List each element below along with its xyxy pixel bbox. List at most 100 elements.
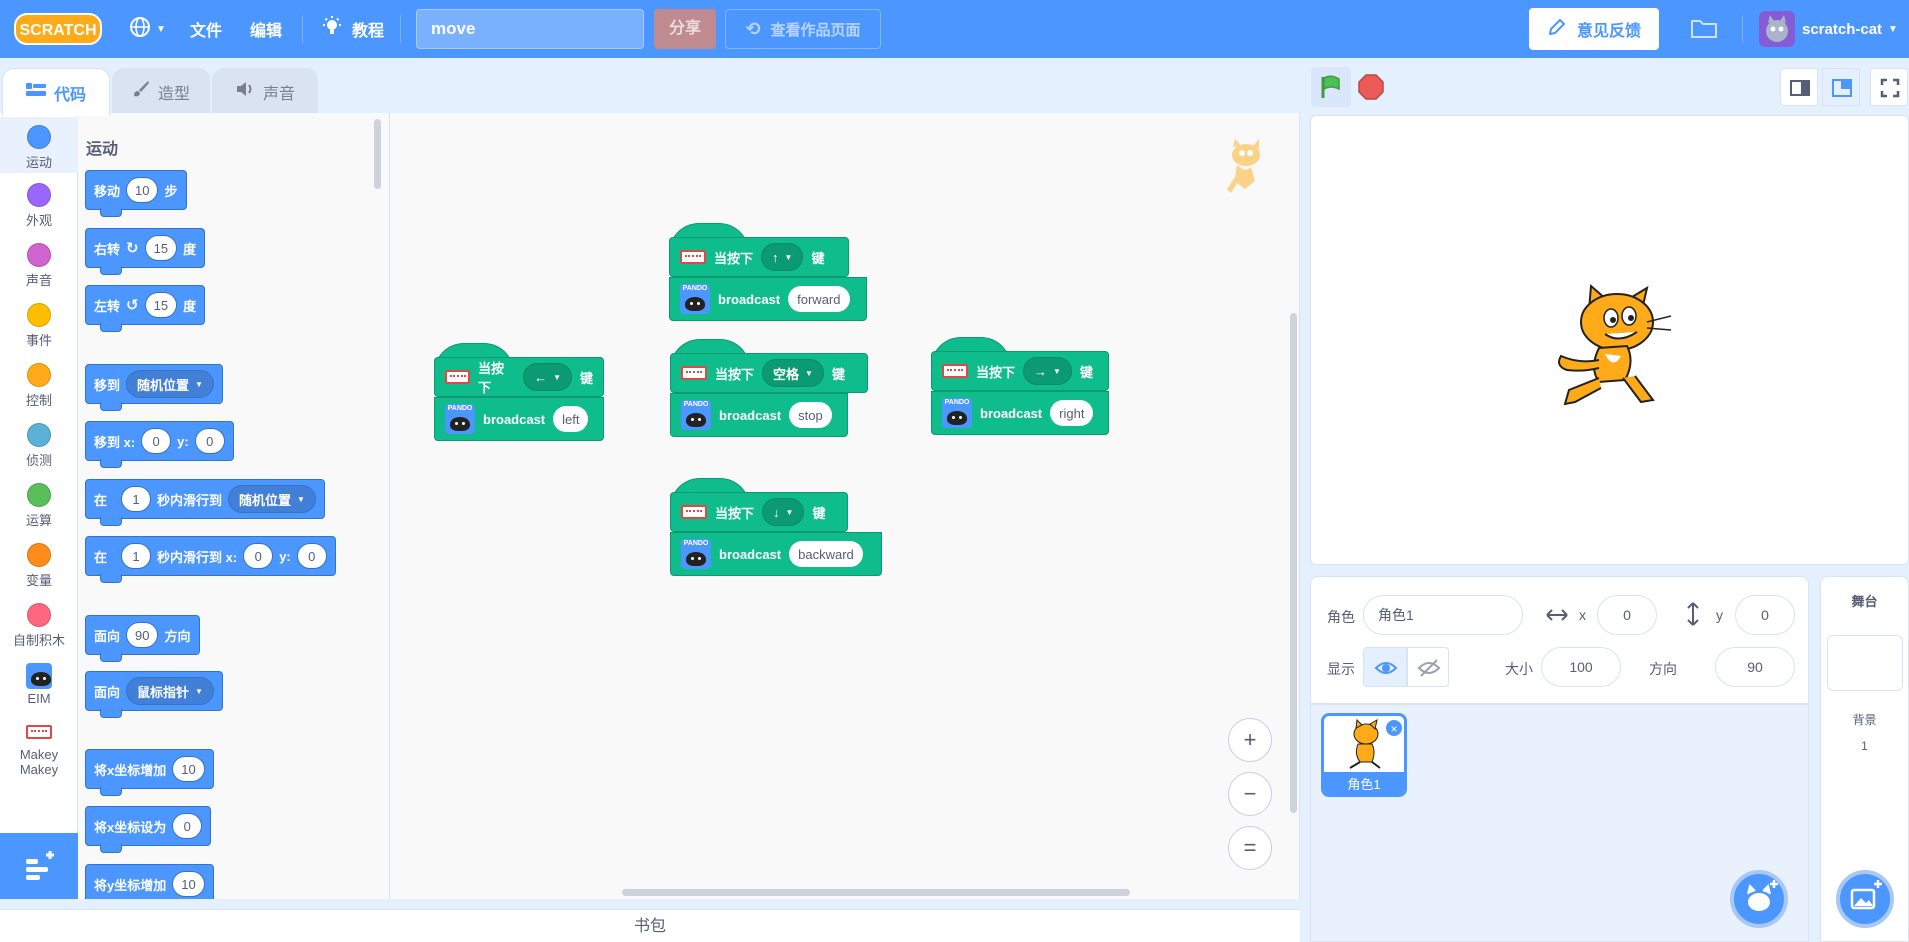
- glide-xy-block[interactable]: 在 1 秒内滑行到 x: 0 y: 0: [85, 536, 336, 583]
- message-input[interactable]: left: [553, 406, 589, 432]
- towards-dropdown[interactable]: 鼠标指针 ▼: [126, 677, 214, 705]
- choose-sprite-button[interactable]: [1730, 870, 1788, 928]
- broadcast-stop-block[interactable]: PANDO broadcast stop: [670, 393, 848, 437]
- set-x-block[interactable]: 将x坐标设为 0: [85, 806, 212, 853]
- delete-sprite-icon[interactable]: ×: [1385, 719, 1403, 737]
- key-dropdown[interactable]: → ▼: [1023, 357, 1072, 385]
- direction-input[interactable]: 90: [1715, 647, 1795, 687]
- palette-scrollbar[interactable]: [374, 119, 381, 189]
- key-dropdown[interactable]: ← ▼: [523, 363, 572, 391]
- tab-costumes[interactable]: 造型: [112, 68, 210, 114]
- category-events[interactable]: 事件: [0, 299, 78, 355]
- category-motion[interactable]: 运动: [0, 117, 78, 173]
- category-looks[interactable]: 外观: [0, 179, 78, 235]
- message-input[interactable]: stop: [789, 402, 832, 428]
- language-menu[interactable]: ▼: [128, 0, 166, 58]
- tutorials-menu[interactable]: 教程: [320, 0, 384, 58]
- size-input[interactable]: 100: [1541, 647, 1621, 687]
- project-title-input[interactable]: move: [416, 9, 644, 49]
- hide-sprite-button[interactable]: [1407, 647, 1449, 687]
- steps-input[interactable]: 10: [126, 177, 159, 203]
- avatar[interactable]: [1759, 11, 1795, 47]
- tab-code[interactable]: 代码: [2, 68, 110, 116]
- key-dropdown[interactable]: ↓ ▼: [762, 498, 805, 526]
- share-button[interactable]: 分享: [654, 9, 716, 49]
- category-operators[interactable]: 运算: [0, 479, 78, 535]
- y-input[interactable]: 0: [1735, 595, 1795, 635]
- degrees-input[interactable]: 15: [144, 292, 178, 318]
- choose-backdrop-button[interactable]: [1836, 870, 1894, 928]
- y-change-input[interactable]: 10: [172, 871, 205, 897]
- seconds-input[interactable]: 1: [121, 543, 152, 569]
- when-key-pressed-left[interactable]: 当按下 ← ▼ 键: [434, 357, 604, 397]
- point-towards-block[interactable]: 面向 鼠标指针 ▼: [85, 671, 223, 718]
- add-extension-button[interactable]: [0, 833, 78, 899]
- glide-block[interactable]: 在 1 秒内滑行到 随机位置 ▼: [85, 479, 325, 526]
- seconds-input[interactable]: 1: [121, 486, 152, 512]
- goto-xy-block[interactable]: 移到 x: 0 y: 0: [85, 421, 234, 468]
- y-input[interactable]: 0: [296, 543, 327, 569]
- category-eim[interactable]: EIM: [0, 659, 78, 715]
- zoom-out-button[interactable]: −: [1228, 772, 1272, 816]
- category-variables[interactable]: 变量: [0, 539, 78, 595]
- see-project-page-button[interactable]: ⟲ 查看作品页面: [725, 9, 881, 49]
- backpack[interactable]: 书包: [0, 909, 1300, 942]
- x-input[interactable]: 0: [141, 428, 172, 454]
- feedback-button[interactable]: 意见反馈: [1529, 8, 1659, 50]
- script-workspace[interactable]: 当按下 ← ▼ 键 PANDO broadcast left 当按下 ↑ ▼ 键 PA…: [390, 113, 1300, 899]
- stop-button[interactable]: [1358, 74, 1384, 105]
- workspace-horizontal-scrollbar[interactable]: [622, 889, 1130, 896]
- change-x-block[interactable]: 将x坐标增加 10: [85, 749, 214, 796]
- move-steps-block[interactable]: 移动 10 步: [85, 170, 187, 217]
- direction-input[interactable]: 90: [126, 622, 159, 648]
- category-sound[interactable]: 声音: [0, 239, 78, 295]
- broadcast-backward-block[interactable]: PANDO broadcast backward: [670, 532, 882, 576]
- small-stage-button[interactable]: [1780, 68, 1818, 106]
- scratch-cat-sprite[interactable]: [1549, 278, 1677, 419]
- message-input[interactable]: backward: [789, 541, 863, 567]
- message-input[interactable]: right: [1050, 400, 1094, 426]
- turn-right-block[interactable]: 右转 ↻ 15 度: [85, 228, 206, 275]
- when-key-pressed-up[interactable]: 当按下 ↑ ▼ 键: [669, 237, 849, 277]
- folder-icon[interactable]: [1690, 16, 1718, 45]
- key-dropdown[interactable]: 空格 ▼: [762, 359, 824, 387]
- key-dropdown[interactable]: ↑ ▼: [761, 243, 804, 271]
- goto-target-dropdown[interactable]: 随机位置 ▼: [126, 370, 214, 398]
- sprite-name-input[interactable]: 角色1: [1363, 595, 1523, 635]
- stage-canvas[interactable]: [1310, 115, 1909, 565]
- message-input[interactable]: forward: [788, 286, 850, 312]
- when-key-pressed-space[interactable]: 当按下 空格 ▼ 键: [670, 353, 868, 393]
- category-sensing[interactable]: 侦测: [0, 419, 78, 475]
- show-sprite-button[interactable]: [1363, 647, 1407, 687]
- category-makey-makey[interactable]: Makey Makey: [0, 723, 78, 783]
- account-menu[interactable]: scratch-cat ▼: [1802, 0, 1898, 58]
- goto-block[interactable]: 移到 随机位置 ▼: [85, 364, 223, 411]
- fullscreen-button[interactable]: [1870, 68, 1908, 106]
- category-my-blocks[interactable]: 自制积木: [0, 599, 78, 655]
- turn-left-block[interactable]: 左转 ↺ 15 度: [85, 285, 206, 332]
- change-y-block[interactable]: 将y坐标增加 10: [85, 864, 214, 899]
- degrees-input[interactable]: 15: [144, 235, 178, 261]
- file-menu[interactable]: 文件: [190, 0, 222, 58]
- zoom-in-button[interactable]: +: [1228, 718, 1272, 762]
- edit-menu[interactable]: 编辑: [250, 0, 282, 58]
- y-input[interactable]: 0: [194, 428, 225, 454]
- x-value-input[interactable]: 0: [172, 813, 203, 839]
- glide-target-dropdown[interactable]: 随机位置 ▼: [228, 485, 316, 513]
- workspace-vertical-scrollbar[interactable]: [1290, 313, 1297, 813]
- broadcast-left-block[interactable]: PANDO broadcast left: [434, 397, 604, 441]
- x-change-input[interactable]: 10: [172, 756, 205, 782]
- x-input[interactable]: 0: [1597, 595, 1657, 635]
- scratch-logo[interactable]: SCRATCH: [14, 11, 102, 47]
- tab-sounds[interactable]: 声音: [212, 68, 318, 114]
- green-flag-button[interactable]: [1311, 67, 1351, 107]
- category-control[interactable]: 控制: [0, 359, 78, 415]
- zoom-reset-button[interactable]: =: [1228, 826, 1272, 870]
- point-direction-block[interactable]: 面向 90 方向: [85, 615, 200, 662]
- when-key-pressed-right[interactable]: 当按下 → ▼ 键: [931, 351, 1109, 391]
- broadcast-forward-block[interactable]: PANDO broadcast forward: [669, 277, 867, 321]
- x-input[interactable]: 0: [243, 543, 274, 569]
- broadcast-right-block[interactable]: PANDO broadcast right: [931, 391, 1109, 435]
- when-key-pressed-down[interactable]: 当按下 ↓ ▼ 键: [670, 492, 848, 532]
- normal-stage-button[interactable]: [1822, 68, 1860, 106]
